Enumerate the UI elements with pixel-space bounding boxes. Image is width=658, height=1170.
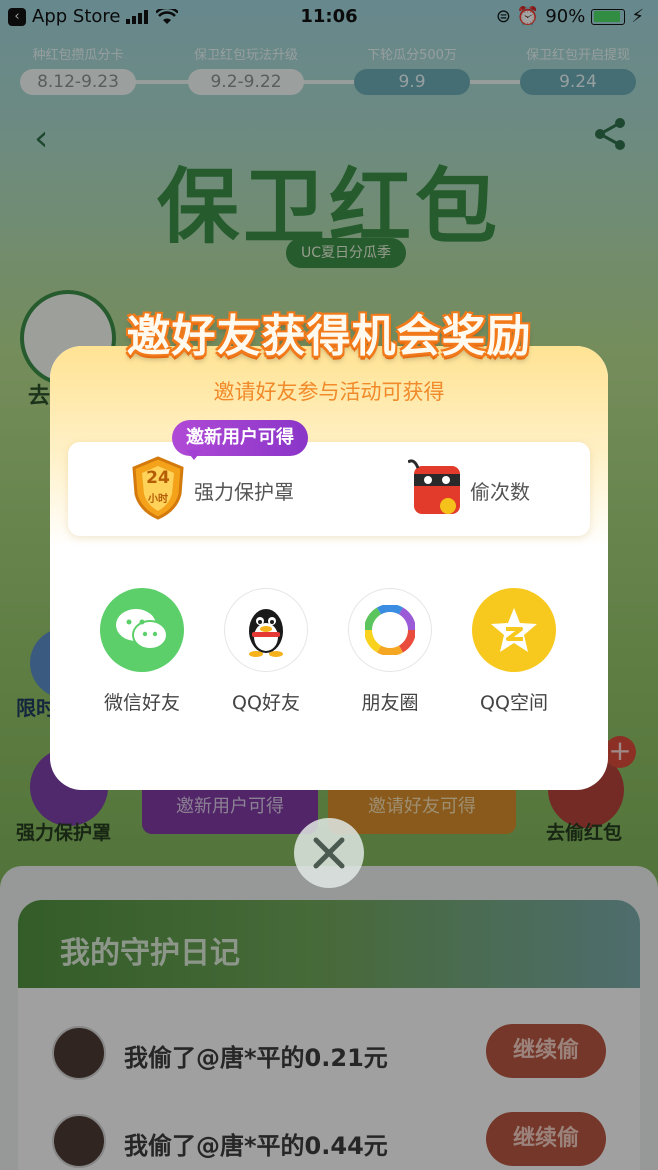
share-wechat-label: 微信好友 <box>103 692 180 714</box>
modal-title: 邀好友获得机会奖励 <box>126 311 532 362</box>
shield-unit: 小时 <box>148 494 168 505</box>
reward-card: 24 小时 强力保护罩 偷次数 <box>68 442 590 536</box>
qzone-star-icon[interactable] <box>472 588 556 672</box>
share-qq[interactable]: QQ好友 <box>206 588 326 715</box>
reward-steal-label: 偷次数 <box>470 480 530 504</box>
reward-shield-label: 强力保护罩 <box>194 480 294 504</box>
modal-subtitle: 邀请好友参与活动可获得 <box>213 380 445 404</box>
wechat-icon[interactable] <box>100 588 184 672</box>
share-moments[interactable]: 朋友圈 <box>330 588 450 715</box>
share-qzone-label: QQ空间 <box>480 692 548 714</box>
share-wechat[interactable]: 微信好友 <box>82 588 202 715</box>
share-qzone[interactable]: QQ空间 <box>454 588 574 715</box>
thief-redpacket-icon <box>408 459 460 514</box>
invite-modal: 邀请好友参与活动可获得 24 小时 强力保护罩 偷次数 <box>50 346 608 790</box>
shield-number: 24 <box>146 468 170 488</box>
close-icon[interactable] <box>294 818 364 888</box>
qq-penguin-icon[interactable] <box>224 588 308 672</box>
share-qq-label: QQ好友 <box>232 692 300 714</box>
moments-aperture-icon[interactable] <box>348 588 432 672</box>
share-moments-label: 朋友圈 <box>361 692 419 714</box>
shield-24h-icon <box>132 456 184 520</box>
close-modal-button[interactable] <box>294 818 364 888</box>
tag-pointer <box>186 450 202 460</box>
